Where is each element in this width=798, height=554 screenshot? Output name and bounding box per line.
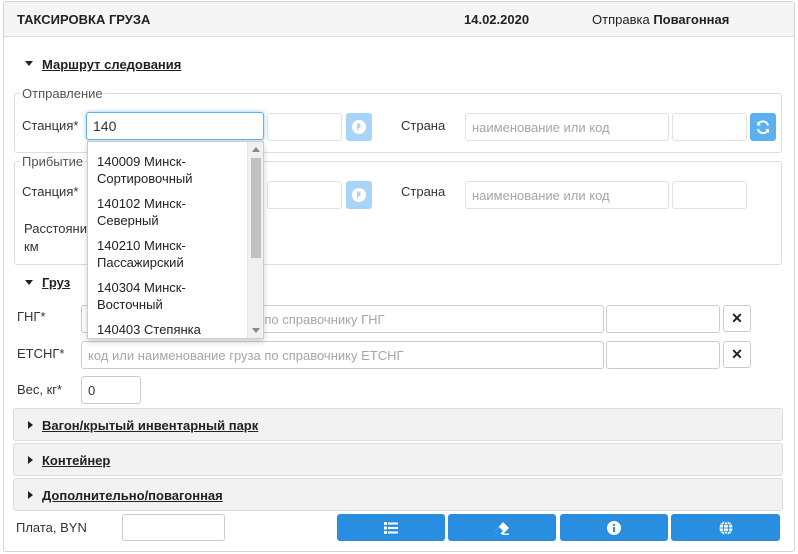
list-button[interactable] bbox=[337, 514, 445, 541]
weight-label: Вес, кг* bbox=[17, 382, 63, 397]
page-header: ТАКСИРОВКА ГРУЗА 14.02.2020 Отправка Пов… bbox=[4, 2, 794, 37]
option-line: Сортировочный bbox=[97, 171, 193, 186]
info-button[interactable] bbox=[560, 514, 668, 541]
gng-label: ГНГ* bbox=[17, 309, 46, 324]
close-icon: ✕ bbox=[731, 346, 743, 362]
refresh-button[interactable] bbox=[750, 113, 776, 141]
departure-country-code-input[interactable] bbox=[672, 113, 747, 141]
container-section[interactable]: Контейнер bbox=[13, 443, 783, 476]
option-line: 140210 Минск- bbox=[97, 238, 186, 253]
etsng-code-input[interactable] bbox=[606, 341, 720, 369]
dropdown-option[interactable]: 140403 Степянка bbox=[97, 321, 257, 338]
dropdown-scrollbar[interactable] bbox=[247, 142, 263, 338]
arrival-country-label: Страна bbox=[401, 184, 446, 199]
route-collapse-icon[interactable] bbox=[25, 61, 33, 66]
page-title: ТАКСИРОВКА ГРУЗА bbox=[17, 12, 151, 27]
globe-icon bbox=[719, 520, 732, 535]
payment-label: Плата, BYN bbox=[16, 520, 87, 535]
etsng-label: ЕТСНГ* bbox=[17, 346, 65, 361]
departure-station-lookup-button[interactable] bbox=[346, 113, 372, 141]
cargo-section-title[interactable]: Груз bbox=[42, 275, 70, 290]
etsng-clear-button[interactable]: ✕ bbox=[723, 341, 751, 368]
dropdown-option[interactable]: 140009 Минск- Сортировочный bbox=[97, 153, 257, 187]
option-line: Восточный bbox=[97, 297, 163, 312]
option-line: 140009 Минск- bbox=[97, 154, 186, 169]
option-line: 140102 Минск- bbox=[97, 196, 186, 211]
gng-code-input[interactable] bbox=[606, 305, 720, 333]
departure-station-input[interactable] bbox=[86, 112, 264, 140]
header-date: 14.02.2020 bbox=[464, 12, 530, 27]
arrival-station-code-input[interactable] bbox=[267, 181, 342, 209]
departure-station-label: Станция* bbox=[22, 118, 79, 133]
expand-icon bbox=[28, 421, 33, 429]
departure-legend: Отправление bbox=[20, 86, 105, 101]
wagon-section-title[interactable]: Вагон/крытый инвентарный парк bbox=[42, 418, 258, 433]
option-line: 140403 Степянка bbox=[97, 322, 201, 337]
shipment-type: Отправка Повагонная bbox=[592, 12, 729, 27]
info-icon bbox=[607, 520, 621, 535]
departure-station-code-input[interactable] bbox=[267, 113, 342, 141]
container-section-title[interactable]: Контейнер bbox=[42, 453, 110, 468]
option-line: Пассажирский bbox=[97, 255, 184, 270]
refresh-icon bbox=[757, 120, 769, 135]
option-line: Северный bbox=[97, 213, 159, 228]
dropdown-option[interactable]: 140102 Минск- Северный bbox=[97, 195, 257, 229]
arrival-legend: Прибытие bbox=[20, 154, 86, 169]
departure-country-input[interactable] bbox=[465, 113, 669, 141]
station-autocomplete-dropdown[interactable]: 140009 Минск- Сортировочный 140102 Минск… bbox=[87, 141, 264, 339]
additional-section-title[interactable]: Дополнительно/повагонная bbox=[42, 488, 223, 503]
lookup-icon bbox=[352, 120, 366, 134]
arrival-country-input[interactable] bbox=[465, 181, 669, 209]
wagon-section[interactable]: Вагон/крытый инвентарный парк bbox=[13, 408, 783, 441]
distance-unit-label: км bbox=[24, 239, 39, 254]
cargo-collapse-icon[interactable] bbox=[25, 280, 33, 285]
scroll-up-icon[interactable] bbox=[252, 147, 260, 152]
dropdown-option[interactable]: 140210 Минск- Пассажирский bbox=[97, 237, 257, 271]
shipment-value: Повагонная bbox=[653, 12, 730, 27]
arrival-station-label: Станция* bbox=[22, 184, 79, 199]
expand-icon bbox=[28, 491, 33, 499]
close-icon: ✕ bbox=[731, 310, 743, 326]
lookup-icon bbox=[352, 188, 366, 202]
arrival-country-code-input[interactable] bbox=[672, 181, 747, 209]
payment-input[interactable] bbox=[122, 514, 225, 541]
route-section-title[interactable]: Маршрут следования bbox=[42, 57, 181, 72]
eraser-icon bbox=[495, 521, 509, 535]
arrival-station-lookup-button[interactable] bbox=[346, 181, 372, 209]
gng-clear-button[interactable]: ✕ bbox=[723, 305, 751, 332]
clear-form-button[interactable] bbox=[448, 514, 556, 541]
expand-icon bbox=[28, 456, 33, 464]
option-line: 140304 Минск- bbox=[97, 280, 186, 295]
shipment-label: Отправка bbox=[592, 12, 650, 27]
additional-section[interactable]: Дополнительно/повагонная bbox=[13, 478, 783, 511]
scrollbar-thumb[interactable] bbox=[251, 158, 261, 258]
weight-input[interactable] bbox=[81, 376, 141, 404]
dropdown-option[interactable]: 140304 Минск- Восточный bbox=[97, 279, 257, 313]
departure-country-label: Страна bbox=[401, 118, 446, 133]
globe-button[interactable] bbox=[671, 514, 780, 541]
etsng-input[interactable] bbox=[81, 341, 604, 369]
scroll-down-icon[interactable] bbox=[252, 328, 260, 333]
list-icon bbox=[384, 521, 398, 534]
